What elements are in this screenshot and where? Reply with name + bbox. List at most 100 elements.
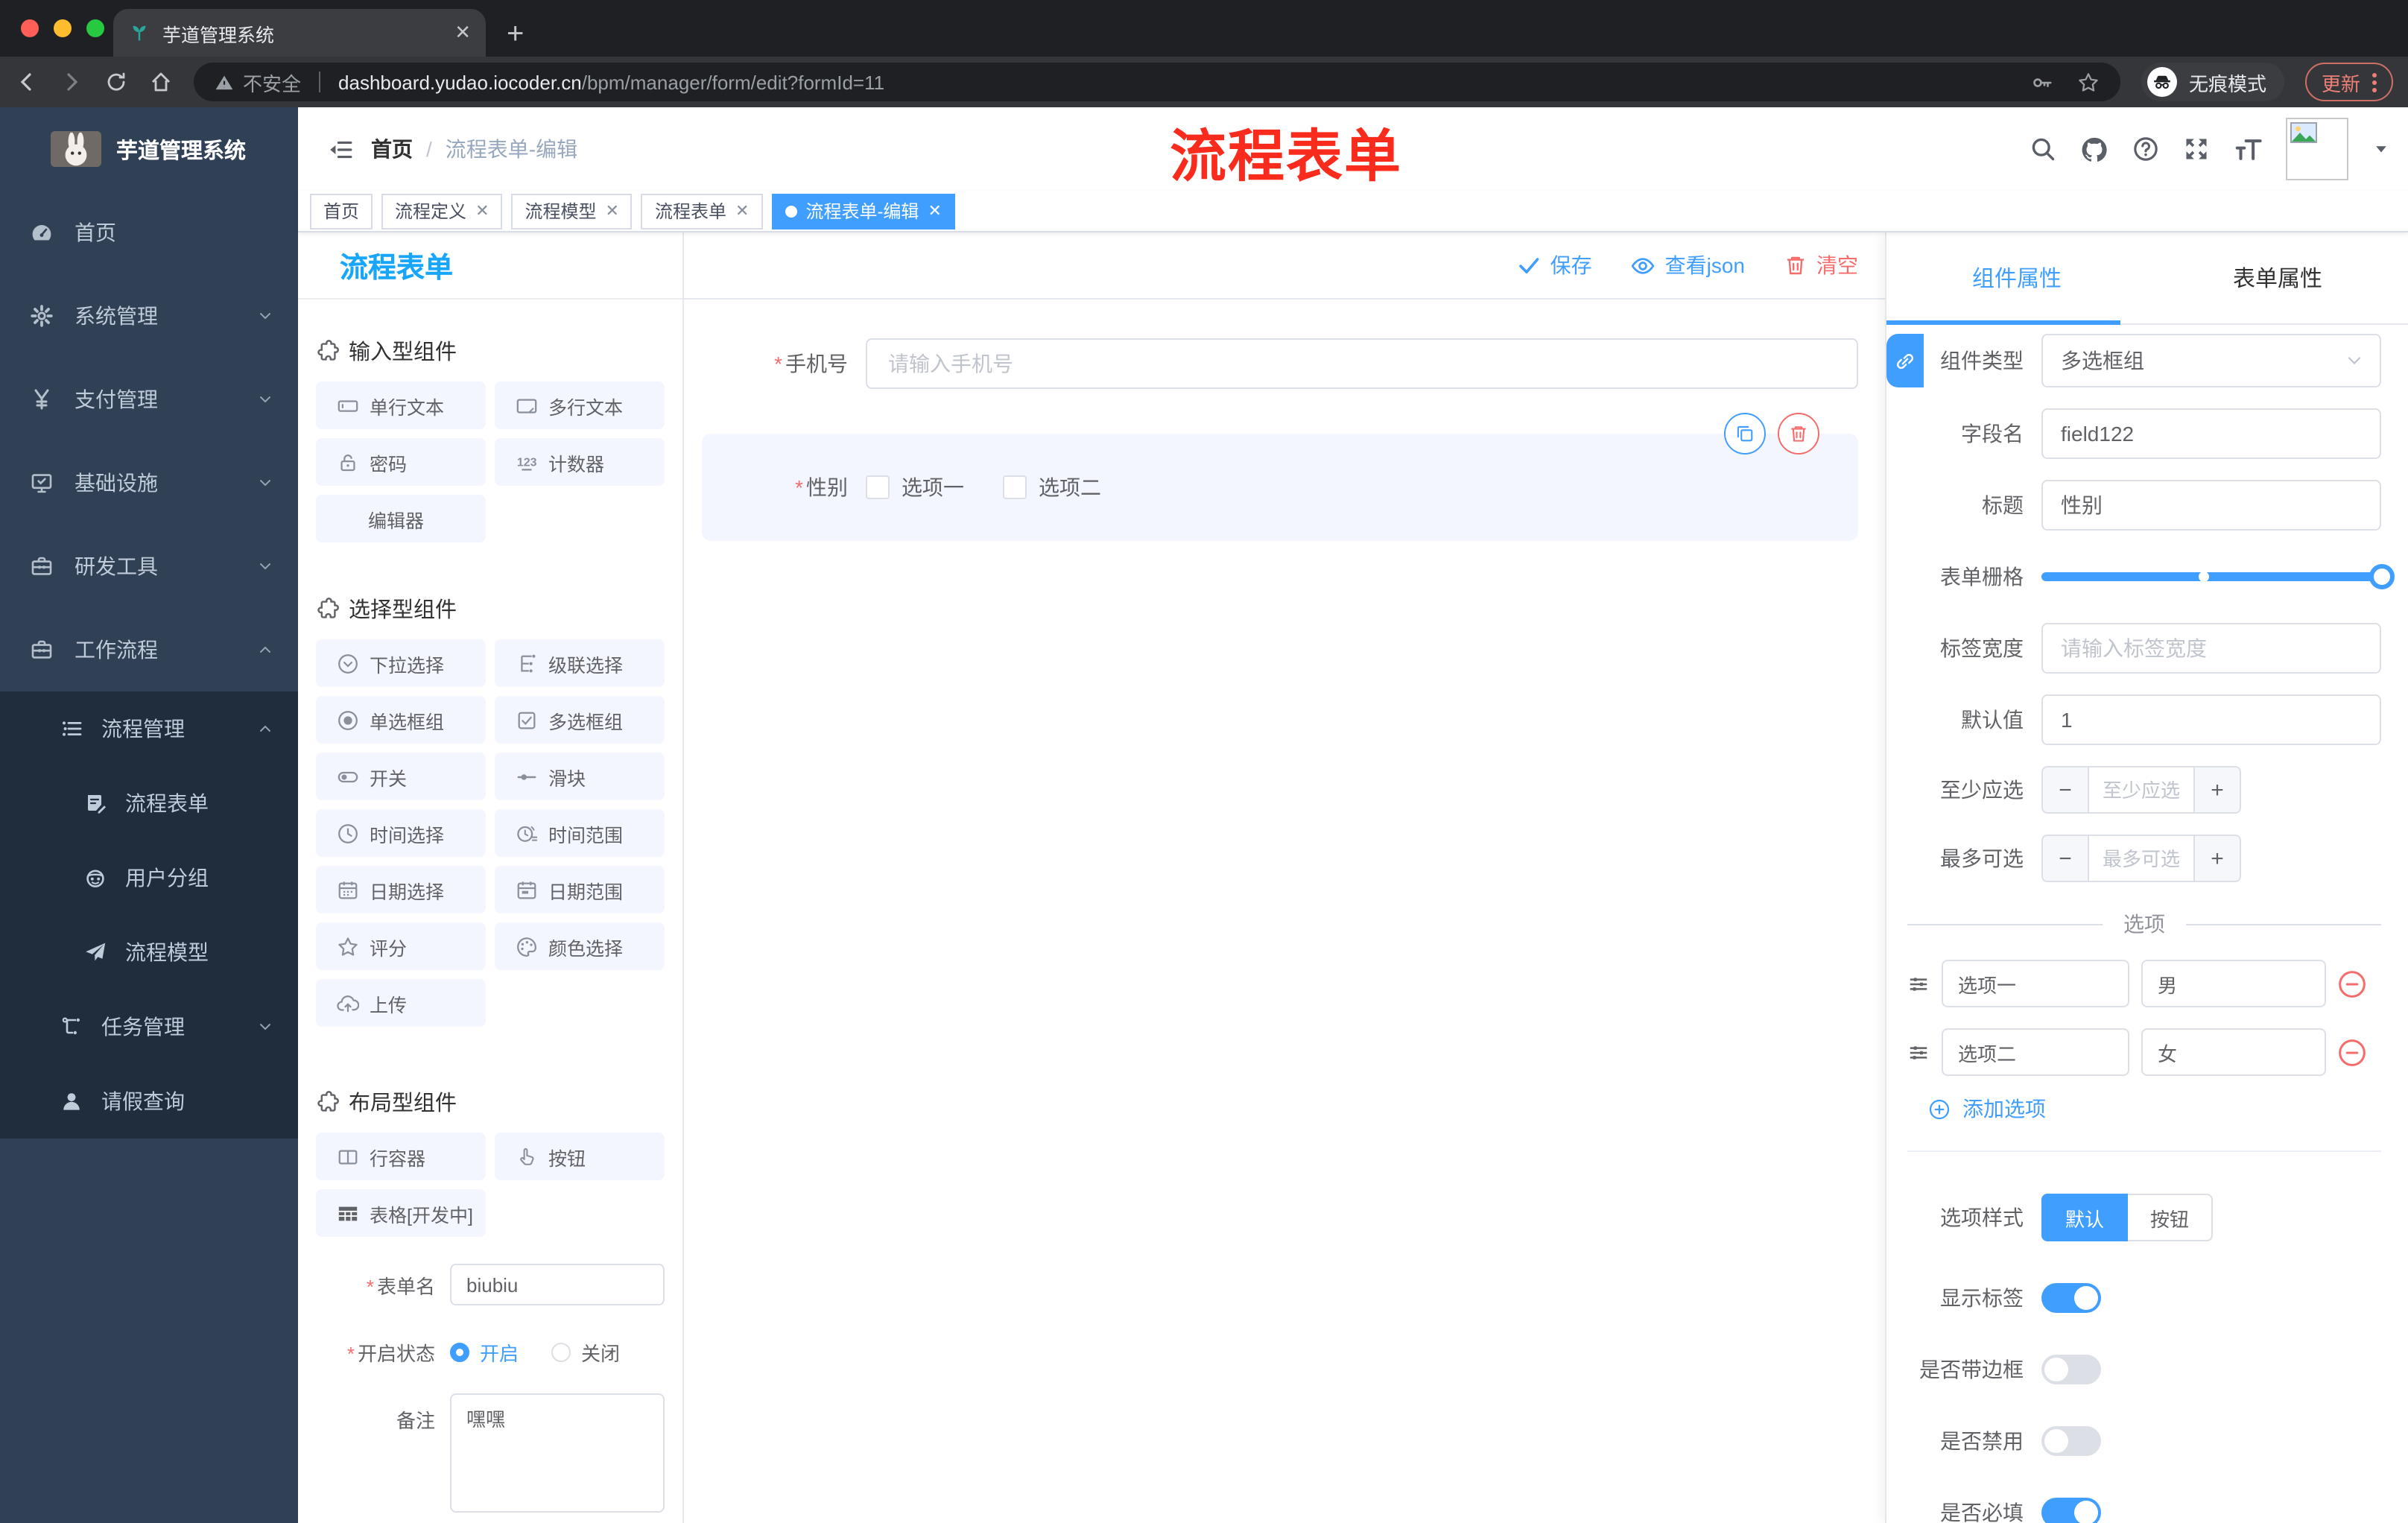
checkbox[interactable] (1003, 475, 1027, 499)
component-switch[interactable]: 开关 (316, 753, 486, 800)
min-select-input[interactable] (2089, 767, 2193, 812)
tag-process-form-edit[interactable]: 流程表单-编辑 ✕ (771, 193, 955, 229)
search-icon[interactable] (2030, 136, 2056, 162)
component-counter[interactable]: 计数器 (495, 438, 665, 486)
address-bar[interactable]: 不安全 dashboard.yudao.iocoder.cn/bpm/manag… (194, 63, 2120, 101)
delete-field-button[interactable] (1778, 413, 1819, 455)
caret-down-icon[interactable] (2372, 140, 2390, 158)
tag-close-icon[interactable]: ✕ (606, 201, 619, 221)
component-select[interactable]: 下拉选择 (316, 639, 486, 687)
min-select-stepper[interactable]: − + (2041, 766, 2241, 814)
clear-button[interactable]: 清空 (1784, 250, 1858, 280)
tag-process-form[interactable]: 流程表单 ✕ (641, 193, 763, 229)
max-select-input[interactable] (2089, 836, 2193, 881)
style-button-button[interactable]: 按钮 (2128, 1194, 2214, 1241)
canvas-field-phone[interactable]: * 手机号 (702, 338, 1858, 389)
phone-input[interactable] (866, 338, 1858, 389)
label-width-input[interactable] (2041, 623, 2381, 674)
field-name-input[interactable] (2041, 408, 2381, 459)
component-slider[interactable]: 滑块 (495, 753, 665, 800)
panel-handle-link-icon[interactable] (1886, 334, 1924, 387)
form-grid-slider[interactable] (2041, 551, 2395, 602)
breadcrumb-home[interactable]: 首页 (371, 134, 413, 164)
window-controls[interactable] (21, 19, 104, 37)
component-button[interactable]: 按钮 (495, 1133, 665, 1180)
style-default-button[interactable]: 默认 (2041, 1194, 2129, 1241)
add-option-button[interactable]: 添加选项 (1928, 1094, 2381, 1124)
component-password[interactable]: 密码 (316, 438, 486, 486)
bookmark-star-icon[interactable] (2077, 71, 2100, 93)
fullscreen-icon[interactable] (2183, 136, 2210, 162)
sidebar-item-system[interactable]: 系统管理 (0, 274, 298, 358)
sidebar-toggle-button[interactable] (310, 136, 371, 162)
sidebar-item-payment[interactable]: 支付管理 (0, 358, 298, 441)
tag-process-definition[interactable]: 流程定义 ✕ (381, 193, 503, 229)
component-cascader[interactable]: 级联选择 (495, 639, 665, 687)
remove-option-icon[interactable] (2338, 969, 2366, 998)
default-value-input[interactable] (2041, 694, 2381, 745)
gender-option-2[interactable]: 选项二 (1003, 472, 1101, 502)
component-table[interactable]: 表格[开发中] (316, 1189, 486, 1237)
close-window-button[interactable] (21, 19, 39, 37)
browser-update-button[interactable]: 更新 (2304, 63, 2393, 101)
avatar[interactable] (2286, 118, 2348, 180)
password-key-icon[interactable] (2031, 71, 2053, 93)
component-upload[interactable]: 上传 (316, 979, 486, 1027)
back-icon[interactable] (15, 70, 39, 94)
option-label-input[interactable] (1942, 1028, 2129, 1076)
tag-close-icon[interactable]: ✕ (928, 201, 941, 221)
font-size-icon[interactable] (2234, 135, 2262, 163)
component-date-picker[interactable]: 日期选择 (316, 866, 486, 914)
security-status[interactable]: 不安全 (215, 68, 301, 96)
remove-option-icon[interactable] (2338, 1038, 2366, 1066)
option-value-input[interactable] (2141, 960, 2326, 1007)
component-editor[interactable]: 编辑器 (316, 495, 486, 542)
tab-component-props[interactable]: 组件属性 (1886, 232, 2147, 325)
component-type-select[interactable]: 多选框组 (2041, 334, 2381, 387)
stepper-plus-button[interactable]: + (2193, 767, 2240, 812)
option-value-input[interactable] (2141, 1028, 2326, 1076)
stepper-plus-button[interactable]: + (2193, 836, 2240, 881)
component-row-container[interactable]: 行容器 (316, 1133, 486, 1180)
status-radio-on[interactable]: 开启 (450, 1338, 519, 1367)
sidebar-item-home[interactable]: 首页 (0, 191, 298, 274)
drag-handle-icon[interactable] (1907, 972, 1930, 995)
github-icon[interactable] (2080, 135, 2108, 163)
sidebar-item-workflow[interactable]: 工作流程 (0, 608, 298, 691)
checkbox[interactable] (866, 475, 890, 499)
save-button[interactable]: 保存 (1518, 250, 1592, 280)
disabled-toggle[interactable] (2041, 1426, 2101, 1456)
component-time-range[interactable]: 时间范围 (495, 809, 665, 857)
tag-home[interactable]: 首页 (310, 193, 373, 229)
show-label-toggle[interactable] (2041, 1283, 2101, 1313)
form-remark-textarea[interactable]: 嘿嘿 (450, 1393, 665, 1513)
component-date-range[interactable]: 日期范围 (495, 866, 665, 914)
stepper-minus-button[interactable]: − (2043, 836, 2089, 881)
stepper-minus-button[interactable]: − (2043, 767, 2089, 812)
tab-form-props[interactable]: 表单属性 (2147, 232, 2408, 323)
tab-close-icon[interactable]: ✕ (454, 21, 471, 45)
tag-process-model[interactable]: 流程模型 ✕ (511, 193, 633, 229)
home-icon[interactable] (149, 70, 173, 94)
zoom-window-button[interactable] (86, 19, 104, 37)
component-time-picker[interactable]: 时间选择 (316, 809, 486, 857)
component-single-text[interactable]: 单行文本 (316, 381, 486, 429)
sidebar-item-task-mgmt[interactable]: 任务管理 (0, 990, 298, 1064)
duplicate-field-button[interactable] (1724, 413, 1766, 455)
sidebar-item-process-mgmt[interactable]: 流程管理 (0, 691, 298, 766)
tag-close-icon[interactable]: ✕ (735, 201, 749, 221)
sidebar-item-process-form[interactable]: 流程表单 (0, 766, 298, 840)
sidebar-item-infra[interactable]: 基础设施 (0, 441, 298, 525)
new-tab-button[interactable]: + (507, 12, 524, 57)
drag-handle-icon[interactable] (1907, 1041, 1930, 1063)
slider-track[interactable] (2041, 564, 2395, 589)
title-input[interactable] (2041, 480, 2381, 531)
gender-option-1[interactable]: 选项一 (866, 472, 964, 502)
help-icon[interactable] (2132, 136, 2159, 162)
browser-menu-icon[interactable] (2372, 72, 2377, 92)
component-radio-group[interactable]: 单选框组 (316, 696, 486, 744)
required-toggle[interactable] (2041, 1498, 2101, 1523)
max-select-stepper[interactable]: − + (2041, 835, 2241, 882)
canvas-field-gender-selected[interactable]: * 性别 选项一 选项二 (702, 413, 1858, 541)
component-multi-text[interactable]: 多行文本 (495, 381, 665, 429)
